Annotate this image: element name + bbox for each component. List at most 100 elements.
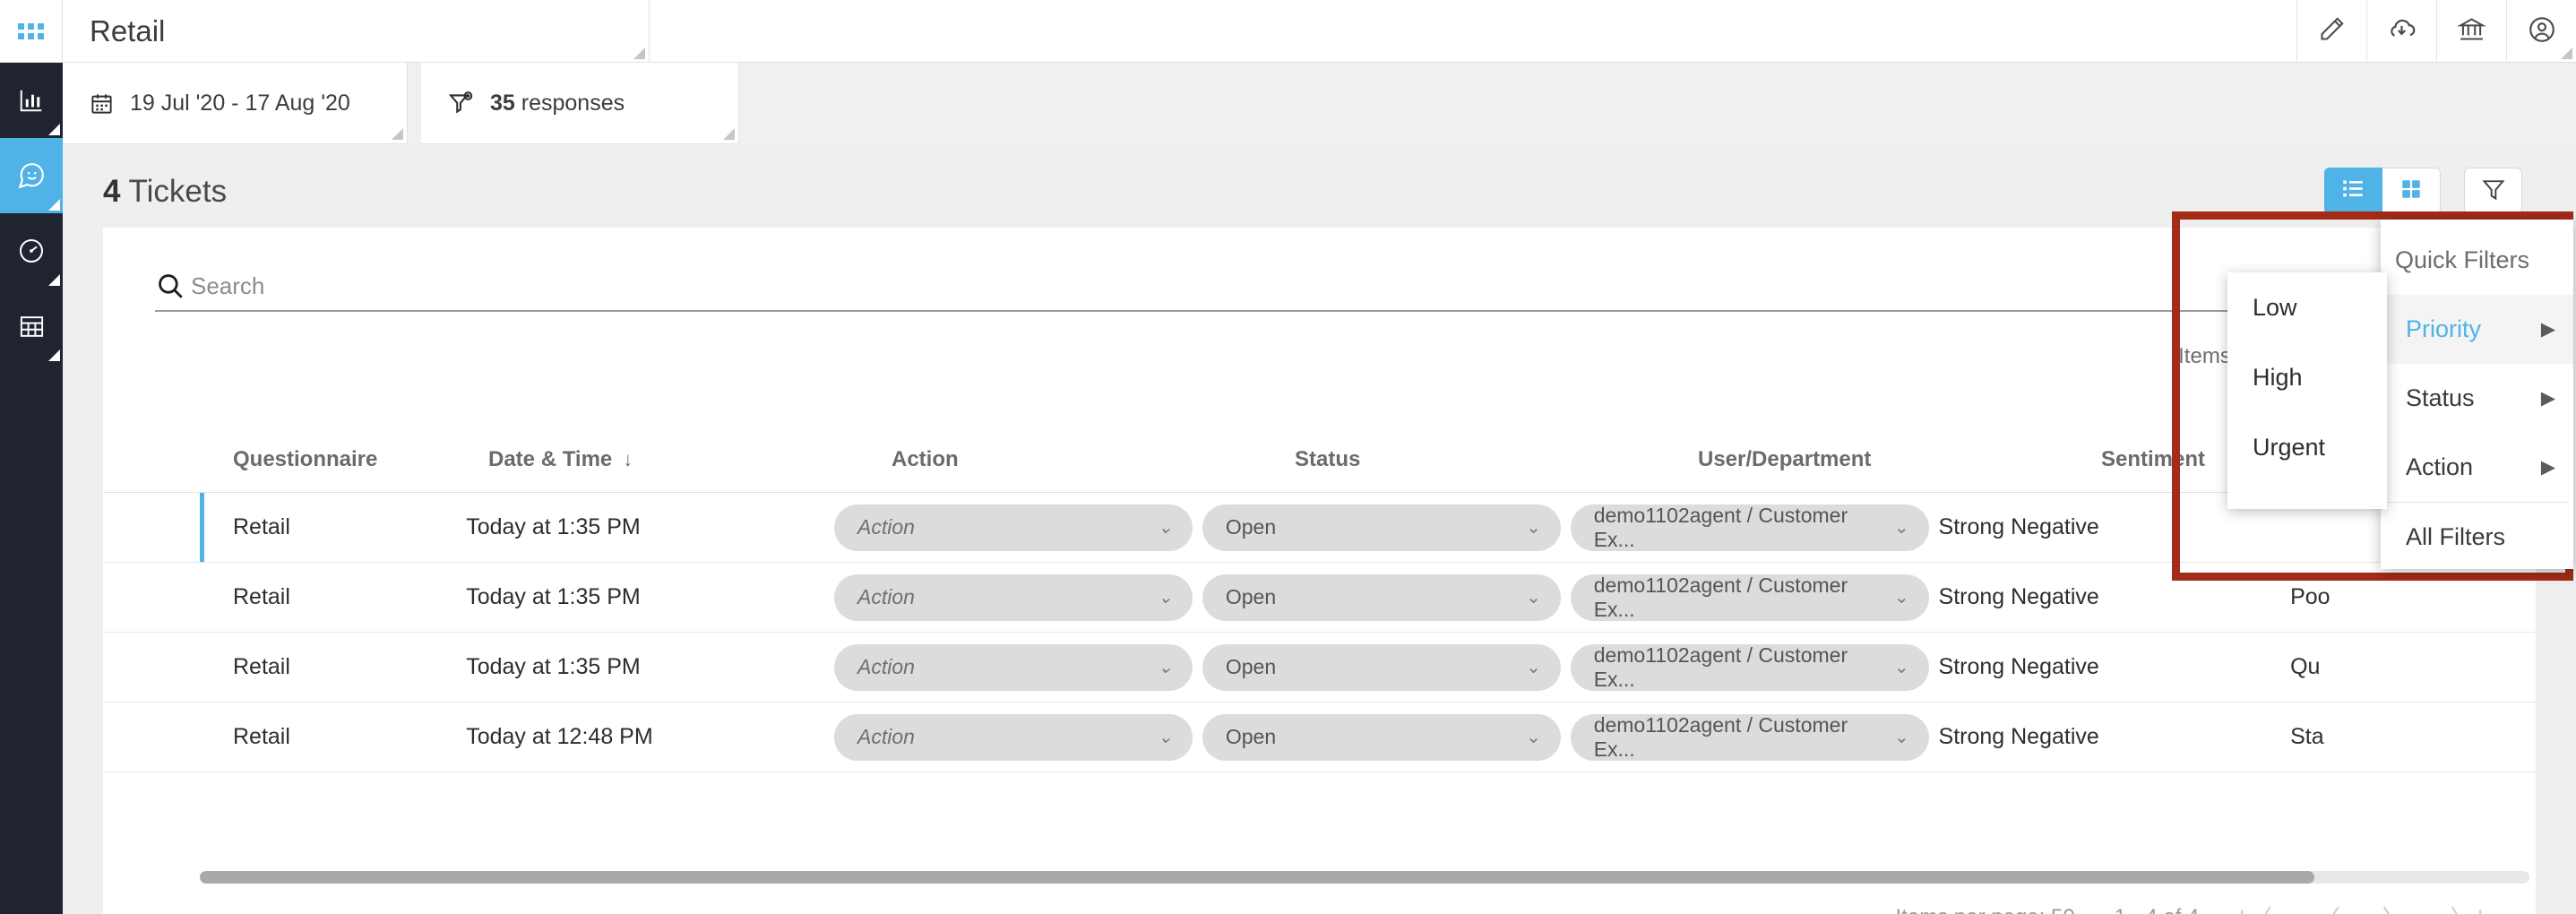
prev-page-icon[interactable]: 〈 xyxy=(2313,898,2340,914)
chevron-down-icon: ⌄ xyxy=(1893,728,1909,747)
responses-label: 35 responses xyxy=(490,90,625,116)
table-row[interactable]: Retail Today at 1:35 PM Action ⌄ Open ⌄ xyxy=(103,633,2536,703)
cell-action: Action ⌄ xyxy=(834,713,1202,761)
app-grid-button[interactable] xyxy=(0,0,63,63)
cell-user-department: demo1102agent / Customer Ex... ⌄ xyxy=(1570,713,1939,761)
cell-user-department: demo1102agent / Customer Ex... ⌄ xyxy=(1570,573,1939,621)
status-select[interactable]: Open ⌄ xyxy=(1202,643,1561,691)
workspace-title-tab[interactable]: Retail xyxy=(63,0,650,63)
tab-responses[interactable]: 35 responses xyxy=(421,63,739,144)
scrollbar-thumb[interactable] xyxy=(200,871,2314,884)
cell-status: Open ⌄ xyxy=(1202,573,1571,621)
tab-date-range[interactable]: 19 Jul '20 - 17 Aug '20 xyxy=(63,63,408,144)
cell-questionnaire: Retail xyxy=(233,724,290,749)
status-select[interactable]: Open ⌄ xyxy=(1202,504,1561,551)
grid-view-button[interactable] xyxy=(2382,168,2441,214)
items-per-page-bottom[interactable]: Items per page: 50 xyxy=(1896,905,2075,914)
chevron-down-icon: ⌄ xyxy=(1893,588,1909,608)
chevron-down-icon: ⌄ xyxy=(1526,658,1541,677)
action-select[interactable]: Action ⌄ xyxy=(834,504,1193,551)
cell-action: Action ⌄ xyxy=(834,573,1202,621)
edit-button[interactable] xyxy=(2296,0,2366,63)
gauge-icon xyxy=(17,237,46,265)
cell-action: Action ⌄ xyxy=(834,643,1202,691)
user-department-select[interactable]: demo1102agent / Customer Ex... ⌄ xyxy=(1570,713,1929,761)
first-page-icon[interactable]: |〈 xyxy=(2238,898,2272,914)
cell-questionnaire: Retail xyxy=(233,654,290,679)
column-header-user-department[interactable]: User/Department xyxy=(1698,447,2101,472)
chevron-down-icon: ⌄ xyxy=(1158,658,1174,677)
cell-user-department: demo1102agent / Customer Ex... ⌄ xyxy=(1570,504,1939,551)
list-view-button[interactable] xyxy=(2324,168,2382,214)
chevron-down-icon: ⌄ xyxy=(1158,728,1174,747)
sidebar-item-analytics[interactable] xyxy=(0,63,63,138)
quick-filter-action[interactable]: Action ▶ xyxy=(2381,433,2573,502)
responses-count: 35 xyxy=(490,90,515,116)
column-header-datetime[interactable]: Date & Time ↓ xyxy=(488,447,892,472)
status-select[interactable]: Open ⌄ xyxy=(1202,573,1561,621)
cell-status: Open ⌄ xyxy=(1202,643,1571,691)
user-department-select[interactable]: demo1102agent / Customer Ex... ⌄ xyxy=(1570,504,1929,551)
quick-filter-priority[interactable]: Priority ▶ xyxy=(2381,295,2573,364)
next-page-icon[interactable]: 〉 xyxy=(2382,898,2408,914)
tickets-card: Items per page: 50 1 - 4 of 4 Questionna… xyxy=(103,228,2536,914)
search-bar[interactable] xyxy=(155,262,2485,312)
sidebar-item-tables[interactable] xyxy=(0,289,63,364)
account-button[interactable] xyxy=(2506,0,2576,63)
chevron-down-icon: ⌄ xyxy=(1893,658,1909,677)
priority-option-urgent[interactable]: Urgent xyxy=(2227,412,2387,482)
table-grid-icon xyxy=(18,313,46,341)
cell-sentiment: Strong Negative xyxy=(1938,724,2099,749)
search-input[interactable] xyxy=(191,272,908,300)
download-button[interactable] xyxy=(2366,0,2436,63)
filter-button[interactable] xyxy=(2464,168,2522,214)
tickets-count: 4 xyxy=(103,174,121,209)
column-header-action[interactable]: Action xyxy=(892,447,1295,472)
user-department-select[interactable]: demo1102agent / Customer Ex... ⌄ xyxy=(1570,573,1929,621)
action-select[interactable]: Action ⌄ xyxy=(834,573,1193,621)
cell-datetime: Today at 1:35 PM xyxy=(466,514,641,539)
cell-status: Open ⌄ xyxy=(1202,504,1571,551)
chevron-down-icon: ⌄ xyxy=(1526,728,1541,747)
sidebar-item-feedback[interactable] xyxy=(0,138,63,213)
cell-datetime: Today at 12:48 PM xyxy=(466,724,653,749)
organization-button[interactable] xyxy=(2436,0,2506,63)
table-row[interactable]: Retail Today at 12:48 PM Action ⌄ Open ⌄ xyxy=(103,703,2536,772)
cell-extra: Qu xyxy=(2290,654,2321,679)
tickets-table: Questionnaire Date & Time ↓ Action Statu… xyxy=(103,427,2536,772)
search-icon xyxy=(155,271,185,301)
action-select[interactable]: Action ⌄ xyxy=(834,643,1193,691)
chevron-down-icon: ⌄ xyxy=(1158,518,1174,538)
resize-corner-icon xyxy=(723,128,735,140)
action-select[interactable]: Action ⌄ xyxy=(834,713,1193,761)
quick-filter-status[interactable]: Status ▶ xyxy=(2381,364,2573,433)
table-row[interactable]: Retail Today at 1:35 PM Action ⌄ Open ⌄ xyxy=(103,493,2536,563)
last-page-icon[interactable]: 〉| xyxy=(2450,898,2484,914)
priority-option-high[interactable]: High xyxy=(2227,342,2387,412)
resize-corner-icon xyxy=(48,199,60,211)
status-select[interactable]: Open ⌄ xyxy=(1202,713,1561,761)
app-root: Retail 19 Jul '20 - 17 Aug '20 35 respon… xyxy=(0,0,2576,914)
resize-corner-icon xyxy=(633,47,645,59)
cell-status: Open ⌄ xyxy=(1202,713,1571,761)
column-header-status[interactable]: Status xyxy=(1295,447,1698,472)
sidebar-item-dashboard[interactable] xyxy=(0,213,63,289)
cell-extra: Sta xyxy=(2290,724,2324,749)
pagination-bottom: Items per page: 50 1 - 4 of 4 |〈 〈 〉 〉| xyxy=(1896,898,2484,914)
resize-corner-icon xyxy=(48,274,60,286)
chevron-right-icon: ▶ xyxy=(2540,388,2555,409)
column-header-questionnaire[interactable]: Questionnaire xyxy=(103,447,488,472)
chevron-down-icon: ⌄ xyxy=(1893,518,1909,538)
user-department-select[interactable]: demo1102agent / Customer Ex... ⌄ xyxy=(1570,643,1929,691)
horizontal-scrollbar[interactable] xyxy=(200,871,2529,884)
quick-filters-title: Quick Filters xyxy=(2395,246,2530,273)
left-nav-rail xyxy=(0,0,63,914)
priority-option-low[interactable]: Low xyxy=(2227,272,2387,342)
cell-extra: Poo xyxy=(2290,584,2330,609)
grid-apps-icon xyxy=(18,22,44,39)
table-row[interactable]: Retail Today at 1:35 PM Action ⌄ Open ⌄ xyxy=(103,563,2536,633)
filter-tabs-row: 19 Jul '20 - 17 Aug '20 35 responses xyxy=(63,63,2576,145)
quick-filter-all-filters[interactable]: All Filters xyxy=(2381,503,2573,572)
resize-corner-icon xyxy=(392,128,403,140)
bank-icon xyxy=(2457,14,2486,48)
